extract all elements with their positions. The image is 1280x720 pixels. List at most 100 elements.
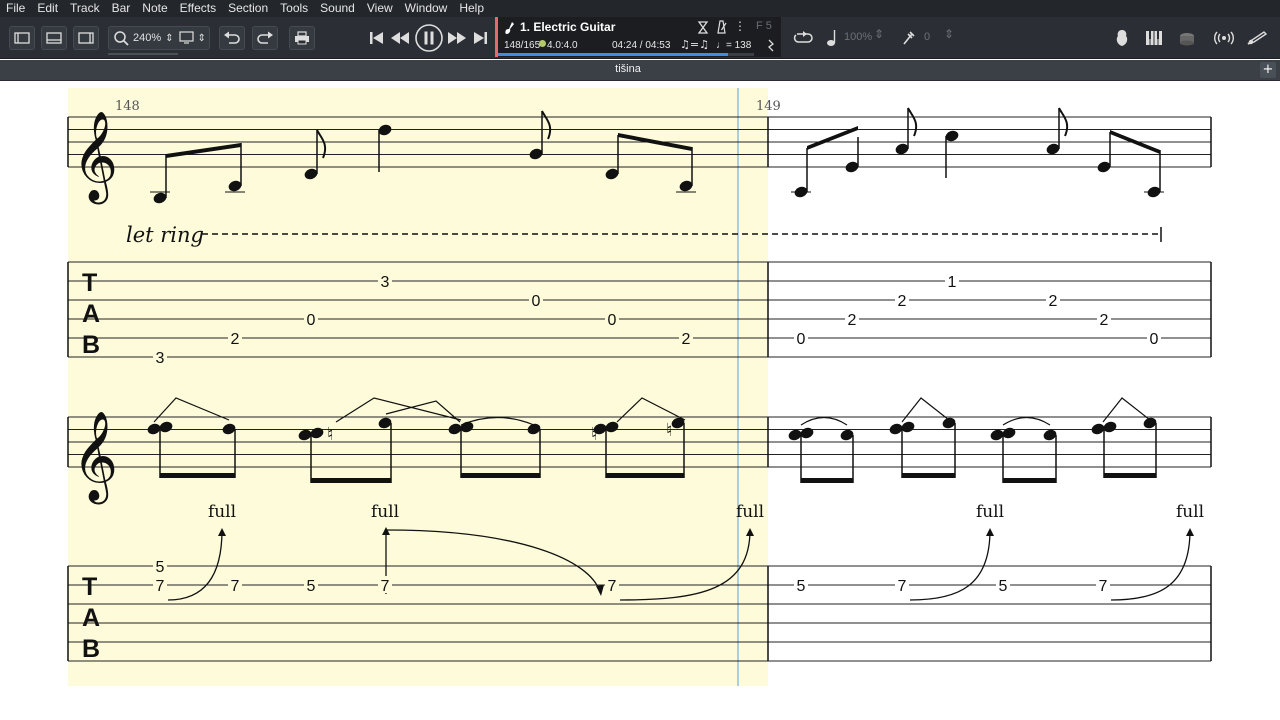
undo-icon[interactable] [219,26,245,50]
bend-label: full [371,502,399,522]
loop-icon[interactable] [790,26,816,50]
tab-clef-letter-b: B [82,331,100,359]
menu-note[interactable]: Note [136,0,173,17]
rest-icon [768,39,774,52]
track-progress-fill [498,53,729,56]
tab2-fret: 5 [999,578,1008,595]
speed-stepper-icon[interactable]: ⇕ [874,27,884,41]
note-beam [311,478,391,483]
drum-icon[interactable] [1176,26,1198,50]
speed-value[interactable]: 100% [844,31,872,43]
zoom-control[interactable]: 240% ⇕ ⇕ [108,26,210,50]
tab1-fret: 0 [532,293,541,310]
track-beat: 4.0:4.0 [547,40,578,51]
tuning-fork-icon[interactable] [899,26,919,50]
tab-clef-letter-a: A [82,300,100,328]
tab2-fret: 5 [156,559,165,576]
tab1-fret: 2 [231,331,240,348]
tab2-clef-letter-b: B [82,635,100,663]
guitar-neck-icon[interactable] [1245,26,1269,50]
menu-file[interactable]: File [0,0,31,17]
track-time: 04:24 / 04:53 [612,40,671,51]
tie-arc [1002,416,1051,426]
screen-fit-icon[interactable] [178,31,197,45]
fit-stepper-icon[interactable]: ⇕ [198,33,206,44]
menu-effects[interactable]: Effects [174,0,222,17]
tuner-stepper-icon[interactable]: ⇕ [944,27,954,41]
menu-bar[interactable]: Bar [106,0,137,17]
rewind-icon[interactable] [389,26,411,50]
bend-label: full [976,502,1004,522]
bend-shape [901,397,950,423]
tab1-fret: 0 [307,312,316,329]
menu-tools[interactable]: Tools [274,0,314,17]
broadcast-icon[interactable] [1212,26,1236,50]
note-beam [160,473,235,478]
menu-help[interactable]: Help [453,0,490,17]
natural-accidental: ♮ [327,424,333,445]
menu-edit[interactable]: Edit [31,0,64,17]
tab-clef-letter-t: T [82,269,97,297]
menu-sound[interactable]: Sound [314,0,361,17]
document-title[interactable]: tišina [0,63,1256,75]
piano-keyboard-icon[interactable] [1143,26,1165,50]
track-key: F 5 [756,20,772,32]
tab2-fret: 7 [231,578,240,595]
zoom-underline [108,53,178,55]
bend-arrowhead [986,528,994,536]
track-panel[interactable]: 1. Electric Guitar ⋮ F 5 148/165 4.0:4.0… [495,17,781,57]
tab1-fret: 0 [608,312,617,329]
bend-label: full [208,502,236,522]
track-name: 1. Electric Guitar [520,20,616,34]
metronome-icon[interactable] [715,20,728,34]
metronome-note-icon[interactable] [824,26,840,50]
treble-clef-1: 𝄞 [72,111,118,205]
tab2-fret: 7 [1099,578,1108,595]
menu-window[interactable]: Window [399,0,454,17]
tab1-fret: 2 [1100,312,1109,329]
tab2-clef-letter-t: T [82,573,97,601]
add-tab-button[interactable]: + [1260,62,1276,78]
score-sheet[interactable]: 𝄞148 149let ringTAB 3203002 0221220𝄞 ♮ ♮ ♮full… [0,82,1280,720]
tab1-fret: 2 [1049,293,1058,310]
note-beam [902,473,955,478]
pause-button[interactable] [413,23,445,53]
note-beam [1003,478,1056,483]
guitar-icon [505,22,514,34]
go-to-start-icon[interactable] [366,26,388,50]
vertical-view-icon[interactable] [73,26,99,50]
tab1-fret: 2 [848,312,857,329]
tab1-fret: 3 [381,274,390,291]
menu-section[interactable]: Section [222,0,274,17]
track-menu-icon[interactable]: ⋮ [734,19,746,33]
note-flag [1058,107,1069,137]
bend-label: full [736,502,764,522]
magnifier-icon [114,31,129,46]
note-beam [461,473,540,478]
track-progress-bar[interactable] [498,53,754,56]
print-icon[interactable] [289,26,315,50]
tab2-fret: 7 [381,578,390,595]
tuner-value[interactable]: 0 [924,31,930,43]
score-area[interactable]: 𝄞 148 149 let ring T A B 3 2 0 3 0 0 2 0 2 2 1 2 2 0 𝄞 ♮ ♮ ♮ full… [0,82,1280,720]
tab1-fret: 0 [1150,331,1159,348]
track-bar-position: 148/165 [504,40,541,51]
bend-curve [1110,529,1191,601]
beat-indicator [539,40,546,47]
menu-view[interactable]: View [361,0,399,17]
zoom-value: 240% [133,32,162,44]
redo-icon[interactable] [252,26,278,50]
page-view-icon[interactable] [9,26,35,50]
tab1-fret: 1 [948,274,957,291]
bend-label: full [1176,502,1204,522]
guitar-body-icon[interactable] [1112,26,1132,50]
hourglass-icon[interactable] [697,21,709,34]
go-to-end-icon[interactable] [469,26,491,50]
fast-forward-icon[interactable] [446,26,468,50]
zoom-stepper-icon[interactable]: ⇕ [165,33,173,44]
horizontal-view-icon[interactable] [41,26,67,50]
natural-accidental: ♮ [666,420,672,441]
natural-accidental: ♮ [591,424,597,445]
menu-track[interactable]: Track [64,0,106,17]
tab2-fret: 7 [156,578,165,595]
